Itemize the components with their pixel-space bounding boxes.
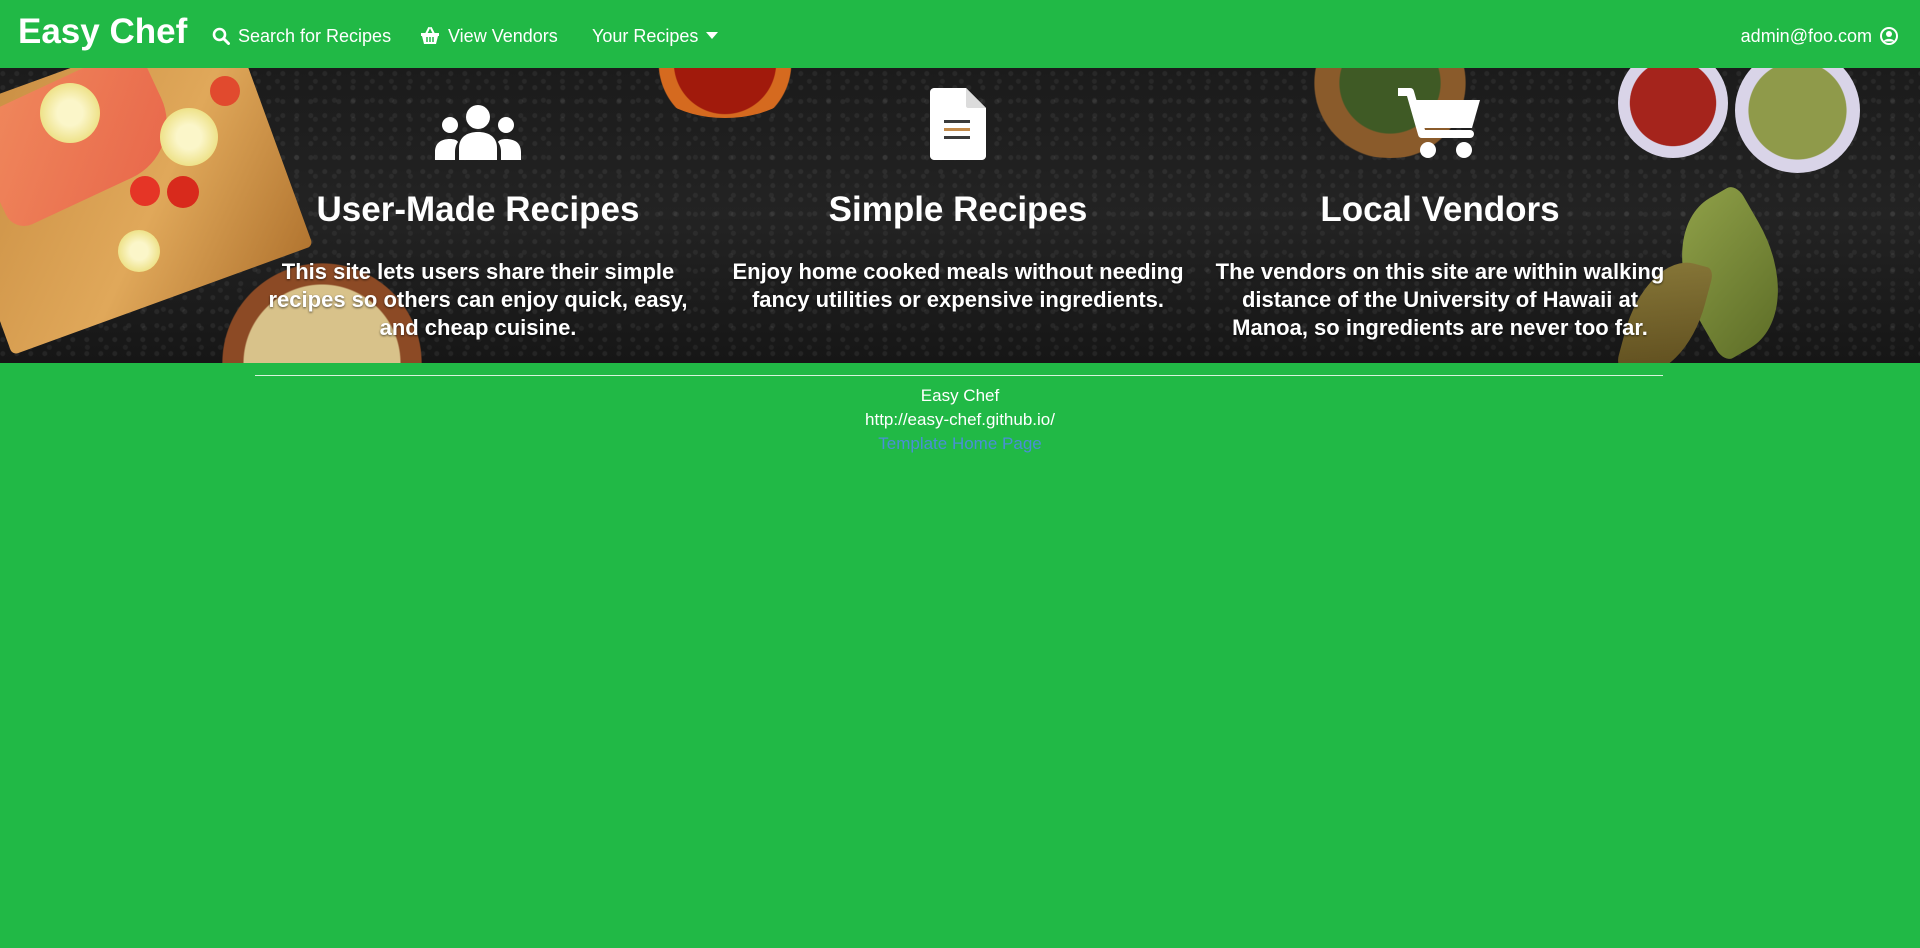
footer: Easy Chef http://easy-chef.github.io/ Te… xyxy=(0,384,1920,456)
feature-description: Enjoy home cooked meals without needing … xyxy=(732,259,1184,312)
tomato-image xyxy=(130,176,160,206)
nav-vendors-label: View Vendors xyxy=(448,25,558,46)
feature-user-made-recipes: User-Made Recipes This site lets users s… xyxy=(248,68,708,342)
nav-user-menu[interactable]: admin@foo.com xyxy=(1741,24,1898,48)
feature-local-vendors: Local Vendors The vendors on this site a… xyxy=(1210,68,1670,342)
brand-logo[interactable]: Easy Chef xyxy=(18,12,187,52)
basket-icon xyxy=(421,27,439,44)
feature-title: User-Made Recipes xyxy=(316,190,640,229)
user-circle-icon xyxy=(1880,27,1898,45)
footer-url: http://easy-chef.github.io/ xyxy=(865,410,1055,429)
search-icon xyxy=(212,27,230,45)
template-home-page-link[interactable]: Template Home Page xyxy=(0,432,1920,456)
cardamom-bowl-image xyxy=(1735,68,1860,173)
feature-title: Local Vendors xyxy=(1320,190,1560,229)
hero-banner: User-Made Recipes This site lets users s… xyxy=(0,68,1920,363)
file-document-icon xyxy=(930,88,986,160)
nav-recipes-label: Your Recipes xyxy=(592,25,699,46)
caret-down-icon xyxy=(706,32,719,39)
feature-simple-recipes: Simple Recipes Enjoy home cooked meals w… xyxy=(728,68,1188,314)
lemon-slice-image xyxy=(160,108,218,166)
navbar: Easy Chef Search for Recipes View Vendor… xyxy=(0,0,1920,68)
tomato-image xyxy=(210,76,240,106)
nav-search-label: Search for Recipes xyxy=(238,25,392,46)
footer-site-name: Easy Chef xyxy=(920,386,1000,405)
lemon-slice-image xyxy=(118,230,160,272)
footer-divider xyxy=(255,375,1663,376)
nav-search-recipes[interactable]: Search for Recipes xyxy=(212,24,391,48)
shopping-cart-icon xyxy=(1398,88,1480,158)
tomato-image xyxy=(167,176,199,208)
users-icon xyxy=(435,105,521,160)
nav-your-recipes-dropdown[interactable]: Your Recipes xyxy=(592,24,719,48)
feature-description: This site lets users share their simple … xyxy=(268,259,688,340)
feature-title: Simple Recipes xyxy=(828,190,1088,229)
feature-description: The vendors on this site are within walk… xyxy=(1215,259,1665,340)
user-email: admin@foo.com xyxy=(1740,25,1872,46)
lemon-slice-image xyxy=(40,83,100,143)
nav-view-vendors[interactable]: View Vendors xyxy=(420,24,558,48)
